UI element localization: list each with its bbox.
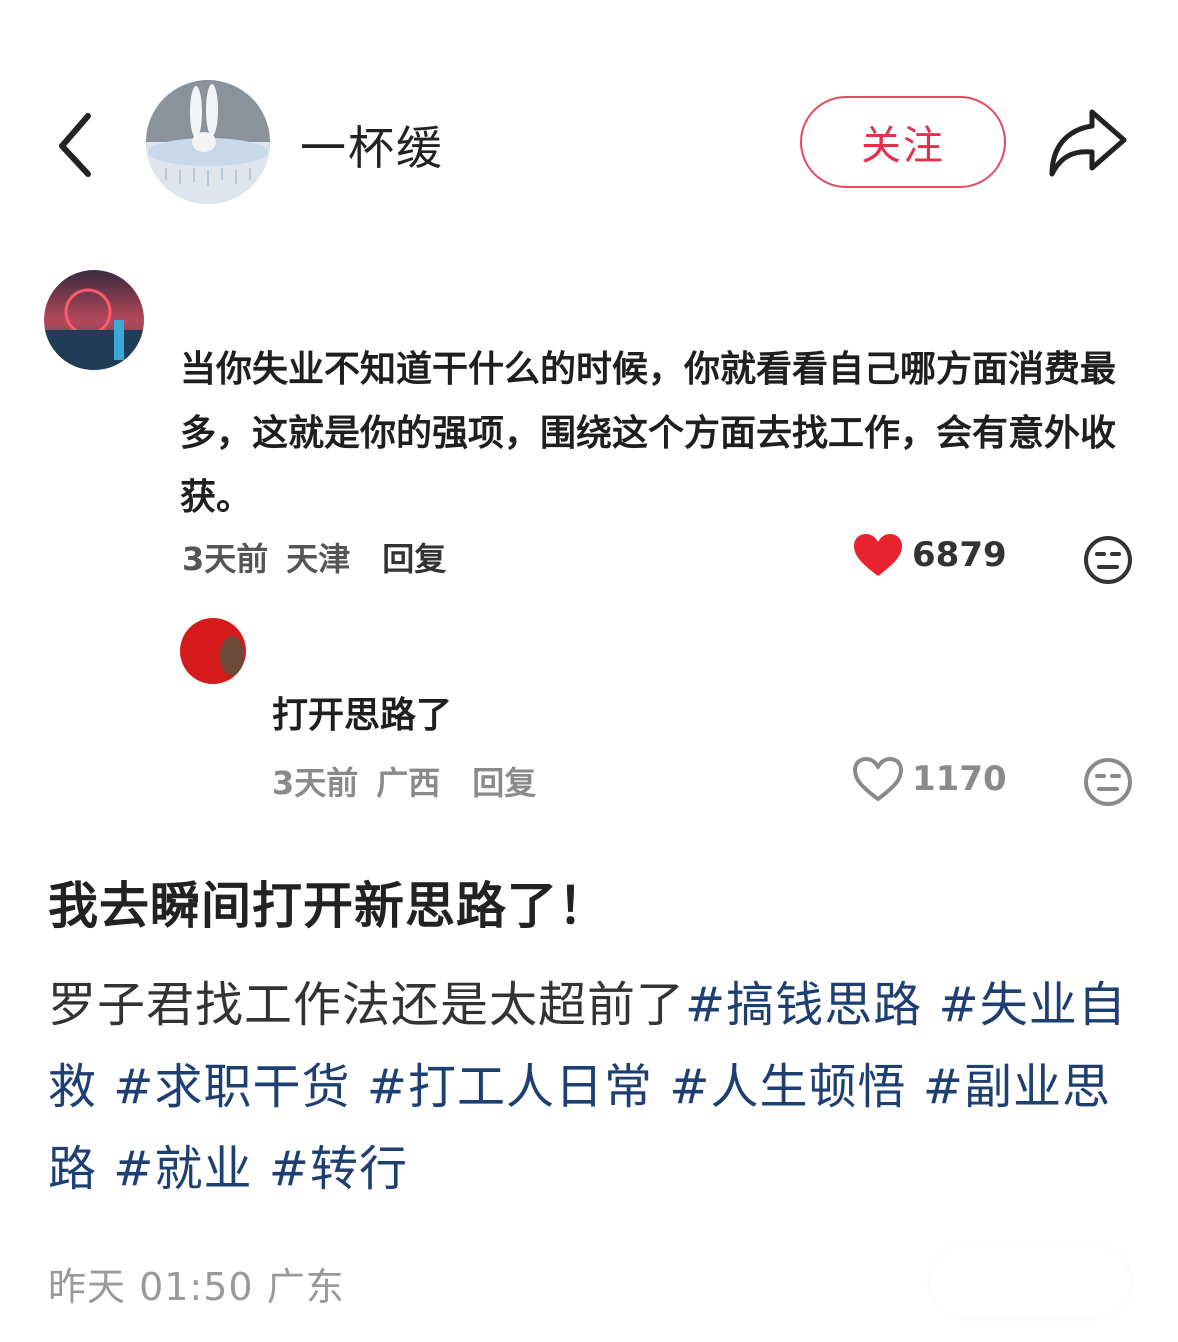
share-icon bbox=[1049, 109, 1127, 177]
reply-reply: 回复 bbox=[472, 764, 537, 802]
reply-avatar bbox=[180, 618, 246, 684]
reply-time: 3天前 bbox=[272, 764, 359, 802]
comment-reply: 回复 bbox=[382, 540, 447, 578]
heart-icon bbox=[854, 534, 902, 576]
emoji-face-icon bbox=[1082, 756, 1134, 808]
share-button[interactable] bbox=[1044, 104, 1130, 180]
post-body-text: 罗子君找工作法还是太超前了 bbox=[48, 977, 686, 1033]
post-meta: 昨天 01:50 广东 bbox=[48, 1256, 345, 1311]
heart-outline-icon bbox=[853, 757, 903, 801]
reply-meta: 3天前 广西 回复 bbox=[272, 758, 536, 804]
reply-like: 1170 bbox=[852, 756, 1007, 802]
reply-like-count: 1170 bbox=[912, 759, 1007, 799]
back-arrow-icon bbox=[59, 113, 91, 177]
back-button[interactable] bbox=[50, 108, 110, 178]
comment-time: 3天前 bbox=[182, 540, 269, 578]
post-time: 昨天 01:50 bbox=[48, 1265, 254, 1309]
hashtag[interactable]: #打工人日常 bbox=[367, 1059, 653, 1115]
hashtag[interactable]: #求职干货 bbox=[113, 1059, 350, 1115]
hashtag[interactable]: #人生顿悟 bbox=[669, 1059, 906, 1115]
reply-text: 打开思路了 bbox=[272, 695, 453, 736]
post-location: 广东 bbox=[266, 1265, 345, 1309]
emoji-face-icon bbox=[1082, 534, 1134, 586]
follow-button[interactable]: 关注 bbox=[800, 96, 1006, 188]
reply-location: 广西 bbox=[376, 764, 441, 802]
post-title: 我去瞬间打开新思路了！ bbox=[48, 877, 609, 935]
post-body: 罗子君找工作法还是太超前了#搞钱思路 #失业自救 #求职干货 #打工人日常 #人… bbox=[48, 964, 1138, 1210]
hashtag[interactable]: #搞钱思路 bbox=[685, 977, 922, 1033]
post-header: 一杯缓 关注 bbox=[0, 70, 1178, 220]
comment-like: 6879 bbox=[852, 532, 1007, 578]
like-count: 6879 bbox=[912, 535, 1007, 575]
commenter-avatar bbox=[44, 270, 144, 370]
comment-screenshot: 当你失业不知道干什么的时候，你就看看自己哪方面消费最多，这就是你的强项，围绕这个… bbox=[0, 250, 1178, 810]
hashtag[interactable]: #就业 bbox=[113, 1141, 252, 1197]
author-name[interactable]: 一杯缓 bbox=[300, 112, 444, 178]
floating-pill[interactable] bbox=[930, 1246, 1130, 1318]
comment-text: 当你失业不知道干什么的时候，你就看看自己哪方面消费最多，这就是你的强项，围绕这个… bbox=[180, 349, 1117, 518]
comment-location: 天津 bbox=[286, 540, 351, 578]
comment-meta: 3天前 天津 回复 bbox=[182, 534, 446, 580]
hashtag[interactable]: #转行 bbox=[269, 1141, 408, 1197]
author-avatar[interactable] bbox=[146, 80, 270, 204]
